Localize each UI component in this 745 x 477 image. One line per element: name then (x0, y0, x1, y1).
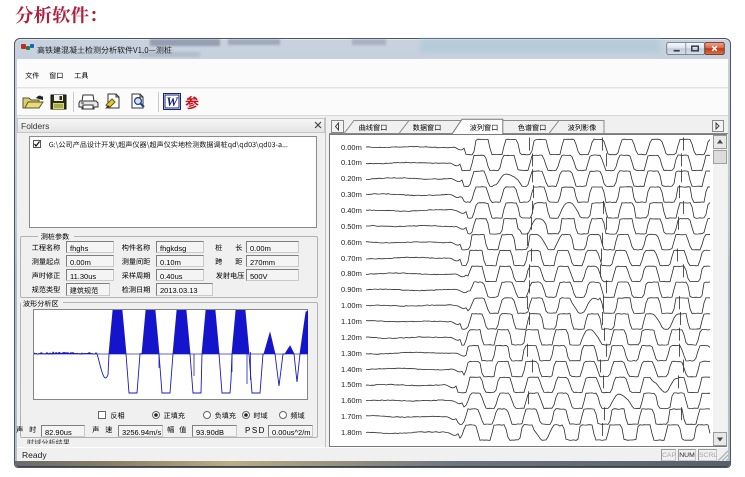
svg-text:W: W (166, 94, 179, 109)
